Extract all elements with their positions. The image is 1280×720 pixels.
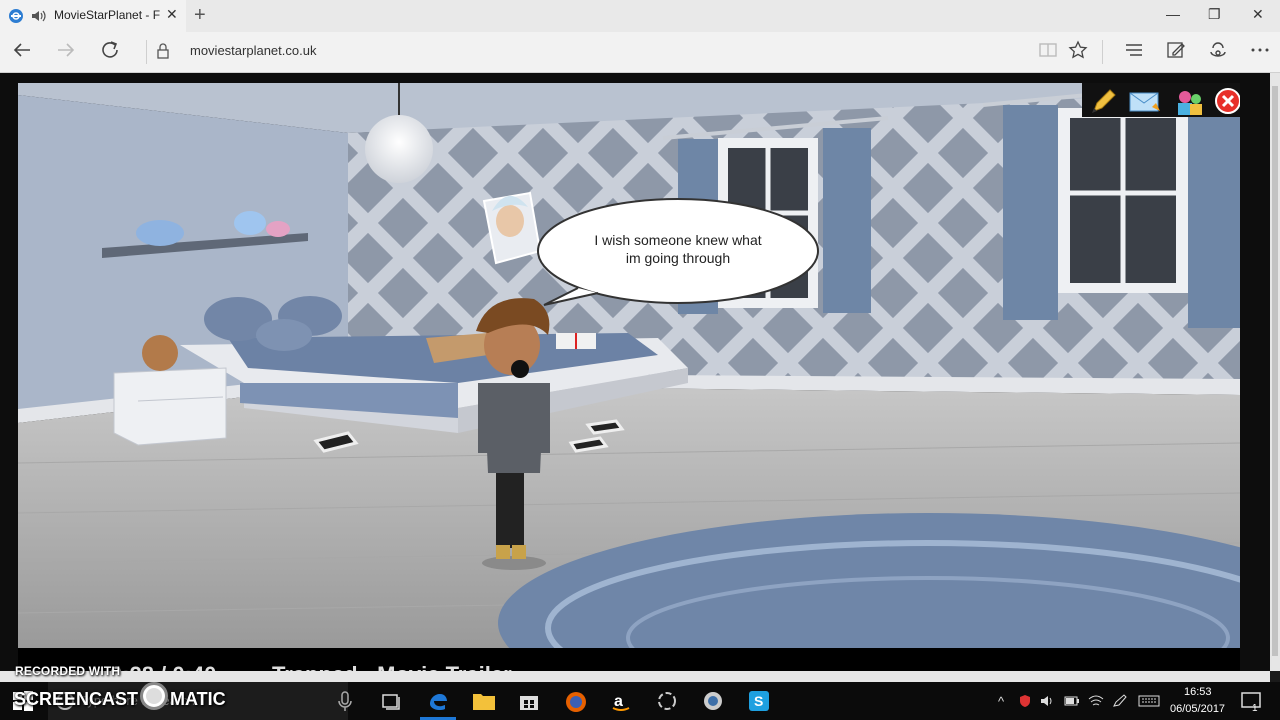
battery-icon[interactable] (1064, 694, 1080, 711)
scrollbar-thumb[interactable] (1272, 86, 1278, 656)
recorded-with-watermark: RECORDED WITH (15, 664, 121, 678)
address-bar-row: moviestarplanet.co.uk (0, 32, 1280, 73)
speech-text-line1: I wish someone knew what (594, 232, 761, 248)
pen-icon[interactable] (1112, 694, 1128, 711)
lock-icon[interactable] (156, 42, 170, 65)
show-hidden-icons-chevron-icon[interactable]: ^ (998, 694, 1004, 709)
refresh-icon[interactable] (100, 40, 120, 66)
horizontal-scrollbar[interactable] (0, 671, 1270, 682)
amazon-icon[interactable]: a (610, 690, 634, 712)
mail-icon[interactable] (1128, 87, 1162, 117)
friends-icon[interactable] (1174, 87, 1208, 117)
store-icon[interactable] (518, 690, 542, 712)
hub-icon[interactable] (1124, 40, 1144, 66)
reading-view-icon[interactable] (1038, 40, 1058, 66)
firefox-icon[interactable] (564, 690, 588, 712)
volume-icon[interactable] (1040, 694, 1056, 711)
file-explorer-icon[interactable] (472, 690, 496, 712)
divider (146, 40, 147, 64)
skype-icon[interactable]: S (748, 690, 772, 712)
app-swirl-icon[interactable] (656, 690, 680, 712)
brand-right-text: MATIC (170, 689, 226, 709)
notification-count: 1 (1252, 703, 1258, 712)
clock-date[interactable]: 06/05/2017 (1170, 703, 1225, 715)
video-title: Trapped - Movie Trailer (272, 662, 512, 671)
back-arrow-icon[interactable] (12, 40, 32, 66)
svg-text:a: a (614, 693, 623, 710)
speech-bubble: I wish someone knew what im going throug… (537, 198, 819, 306)
notifications-icon[interactable]: 1 (1240, 690, 1264, 715)
tab-title: MovieStarPlanet - F (54, 8, 160, 22)
browser-tab[interactable]: MovieStarPlanet - F ✕ (0, 0, 186, 32)
security-shield-icon[interactable] (1018, 694, 1032, 711)
svg-text:S: S (754, 693, 763, 709)
new-tab-button[interactable]: + (194, 4, 206, 27)
close-window-button[interactable]: ✕ (1252, 6, 1264, 23)
screencast-matic-watermark: SCREENCAST MATIC (14, 682, 226, 710)
favorite-star-icon[interactable] (1068, 40, 1088, 66)
more-options-icon[interactable] (1250, 40, 1270, 66)
brand-left-text: SCREENCAST (14, 689, 139, 709)
divider (1102, 40, 1103, 64)
tab-bar: MovieStarPlanet - F ✕ + — ❐ ✕ (0, 0, 1280, 32)
wifi-icon[interactable] (1088, 694, 1104, 711)
close-icon[interactable] (1214, 87, 1240, 117)
screencast-app-icon[interactable] (702, 690, 726, 712)
game-viewport[interactable]: I wish someone knew what im going throug… (18, 83, 1240, 648)
url-field[interactable]: moviestarplanet.co.uk (190, 43, 316, 58)
minimize-button[interactable]: — (1166, 6, 1180, 22)
clock-time[interactable]: 16:53 (1184, 686, 1212, 698)
microphone-icon[interactable] (338, 690, 362, 712)
task-view-icon[interactable] (380, 690, 404, 712)
video-time: 0:28 / 0:40 (110, 662, 216, 671)
edge-browser-icon[interactable] (426, 690, 450, 712)
audio-playing-icon[interactable] (30, 8, 48, 29)
keyboard-icon[interactable] (1138, 694, 1160, 711)
maximize-button[interactable]: ❐ (1208, 6, 1221, 23)
brand-logo-icon (140, 682, 169, 710)
web-page-content: I wish someone knew what im going throug… (0, 73, 1270, 671)
speech-text-line2: im going through (626, 250, 730, 266)
forward-arrow-icon[interactable] (56, 40, 76, 66)
site-favicon-icon (8, 8, 24, 29)
web-note-icon[interactable] (1166, 40, 1186, 66)
window-right (982, 91, 1240, 328)
pencil-icon[interactable] (1088, 87, 1122, 117)
bedroom-scene: I wish someone knew what im going throug… (18, 83, 1240, 648)
close-tab-icon[interactable]: ✕ (166, 6, 178, 23)
share-icon[interactable] (1208, 40, 1228, 66)
